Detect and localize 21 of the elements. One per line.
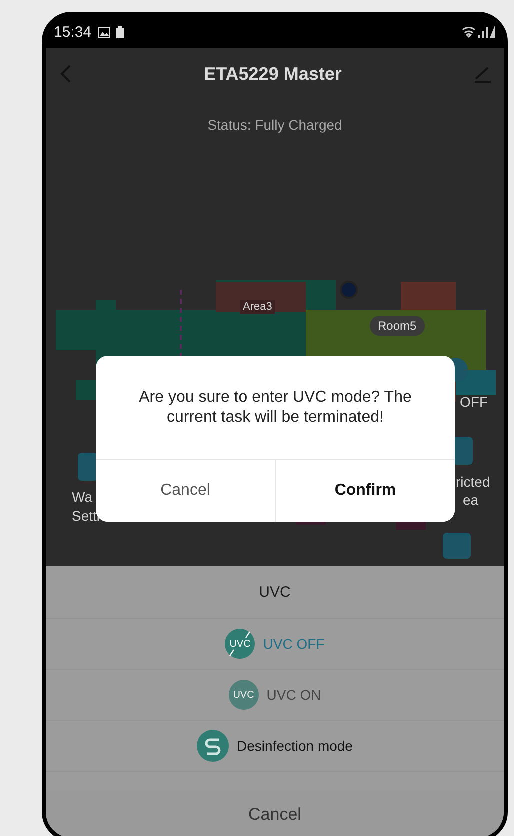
side-button-label: ea — [463, 492, 479, 508]
s-logo-icon — [197, 730, 230, 762]
status-text: Status: Fully Charged — [208, 117, 342, 133]
status-time: 15:34 — [54, 24, 92, 40]
uvc-crossed-icon: UVC — [225, 629, 256, 659]
room-label: Room5 — [370, 316, 425, 336]
page-title: ETA5229 Master — [204, 64, 342, 84]
side-button-label: OFF — [460, 394, 488, 410]
signal-icon — [462, 25, 496, 39]
sheet-title: UVC — [46, 566, 504, 619]
sheet-option[interactable]: Desinfection mode — [46, 721, 504, 772]
area-label: Area3 — [240, 300, 276, 314]
battery-icon — [116, 26, 125, 38]
sheet-option[interactable]: UVC UVC OFF — [46, 619, 504, 670]
side-button-label: Wa — [72, 489, 92, 505]
edit-icon[interactable] — [474, 65, 492, 83]
confirm-button[interactable]: Confirm — [275, 460, 455, 522]
back-icon[interactable] — [60, 64, 72, 84]
uvc-icon: UVC — [228, 680, 259, 710]
side-button-label: ricted — [456, 474, 490, 490]
image-icon — [98, 26, 110, 38]
